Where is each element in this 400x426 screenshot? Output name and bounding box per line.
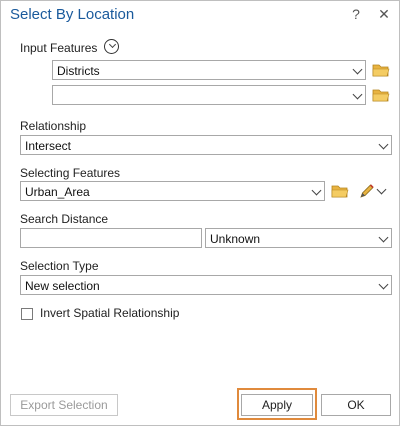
input-feature-1-select[interactable]: Districts bbox=[52, 60, 366, 80]
folder-icon[interactable] bbox=[372, 63, 390, 77]
relationship-label: Relationship bbox=[20, 119, 87, 133]
chevron-down-icon bbox=[378, 139, 389, 150]
chevron-down-icon bbox=[108, 40, 117, 49]
chevron-down-icon bbox=[352, 64, 363, 75]
relationship-select[interactable]: Intersect bbox=[20, 135, 392, 155]
apply-button[interactable]: Apply bbox=[241, 394, 313, 416]
selection-type-select[interactable]: New selection bbox=[20, 275, 392, 295]
selecting-features-select[interactable]: Urban_Area bbox=[20, 181, 325, 201]
close-icon[interactable]: ✕ bbox=[376, 6, 392, 24]
invert-checkbox[interactable] bbox=[21, 308, 33, 320]
input-features-label: Input Features bbox=[20, 41, 98, 55]
select-by-location-dialog: Select By Location ? ✕ Input Features Di… bbox=[0, 0, 400, 426]
help-icon[interactable]: ? bbox=[348, 6, 364, 24]
export-selection-button[interactable]: Export Selection bbox=[10, 394, 118, 416]
distance-unit-select[interactable]: Unknown bbox=[205, 228, 392, 248]
invert-label: Invert Spatial Relationship bbox=[40, 306, 180, 320]
chevron-down-icon bbox=[311, 185, 322, 196]
folder-icon[interactable] bbox=[331, 184, 349, 198]
dialog-title: Select By Location bbox=[10, 6, 135, 23]
selecting-features-label: Selecting Features bbox=[20, 166, 121, 180]
ok-button[interactable]: OK bbox=[321, 394, 391, 416]
search-distance-input[interactable] bbox=[20, 228, 202, 248]
pencil-icon[interactable] bbox=[358, 182, 376, 200]
pencil-dropdown-chevron-icon[interactable] bbox=[376, 184, 387, 195]
folder-icon[interactable] bbox=[372, 88, 390, 102]
input-feature-2-select[interactable] bbox=[52, 85, 366, 105]
selection-type-label: Selection Type bbox=[20, 259, 99, 273]
search-distance-label: Search Distance bbox=[20, 212, 109, 226]
chevron-down-icon bbox=[352, 89, 363, 100]
chevron-down-icon bbox=[378, 279, 389, 290]
chevron-down-icon bbox=[378, 232, 389, 243]
expand-input-features-button[interactable] bbox=[104, 39, 119, 54]
